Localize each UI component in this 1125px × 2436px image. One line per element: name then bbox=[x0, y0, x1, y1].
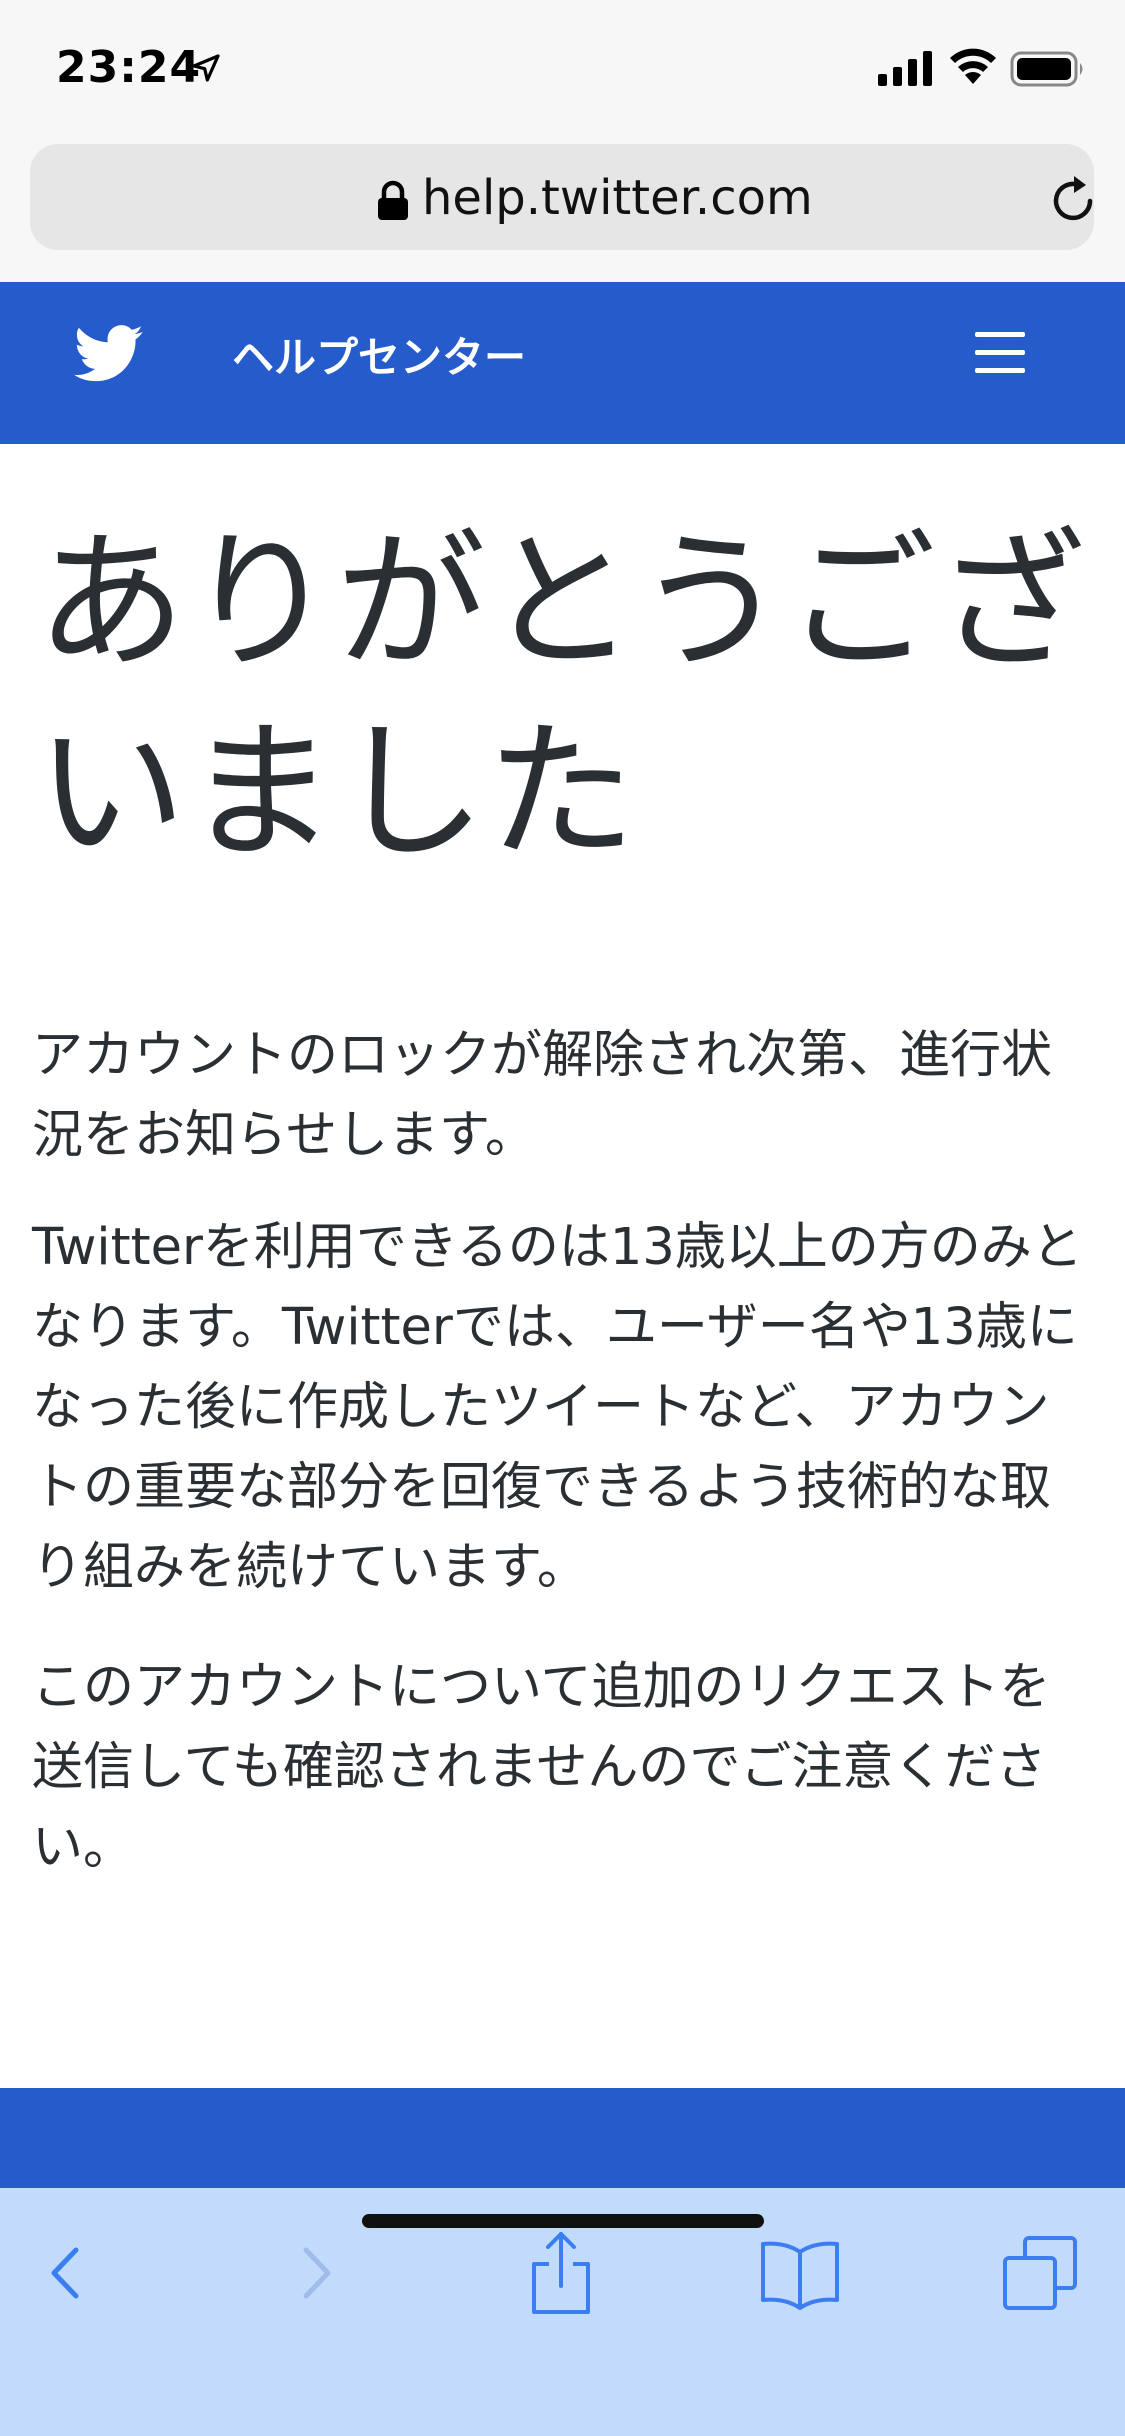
body-paragraph: このアカウントについて追加のリクエストを送信しても確認されませんのでご注意くださ… bbox=[32, 1658, 1051, 1877]
wifi-icon bbox=[950, 48, 996, 84]
chevron-right-icon[interactable] bbox=[272, 2228, 362, 2318]
lock-icon bbox=[378, 180, 408, 220]
hamburger-line bbox=[975, 332, 1025, 337]
twitter-bird-icon[interactable] bbox=[74, 324, 144, 384]
hamburger-menu-icon[interactable] bbox=[975, 330, 1025, 374]
site-footer bbox=[0, 2088, 1125, 2188]
hamburger-line bbox=[975, 350, 1025, 355]
location-arrow-icon bbox=[192, 54, 220, 82]
page-title: ありがとうございました bbox=[36, 516, 1087, 880]
browser-toolbar bbox=[0, 2188, 1125, 2436]
home-indicator[interactable] bbox=[362, 2214, 764, 2228]
battery-icon bbox=[1010, 51, 1083, 87]
body-paragraph: Twitterを利用できるのは13歳以上の方のみとなります。Twitterでは、… bbox=[32, 1218, 1083, 1597]
tabs-icon[interactable] bbox=[995, 2228, 1085, 2318]
header-title[interactable]: ヘルプセンター bbox=[232, 328, 526, 388]
body-paragraph: アカウントのロックが解除され次第、進行状況をお知らせします。 bbox=[32, 1026, 1053, 1165]
book-icon[interactable] bbox=[755, 2228, 845, 2318]
hamburger-line bbox=[975, 368, 1025, 373]
url-text: help.twitter.com bbox=[422, 170, 813, 226]
status-bar: 23:24 bbox=[0, 0, 1125, 140]
reload-icon[interactable] bbox=[1046, 174, 1100, 228]
screen: 23:24 help.twitter.com ヘルプセンター ありがとうございま… bbox=[0, 0, 1125, 2436]
share-icon[interactable] bbox=[516, 2228, 606, 2318]
chevron-left-icon[interactable] bbox=[20, 2228, 110, 2318]
site-header: ヘルプセンター bbox=[0, 282, 1125, 444]
url-bar-area: help.twitter.com bbox=[0, 140, 1125, 282]
signal-icon bbox=[878, 51, 932, 86]
url-field[interactable]: help.twitter.com bbox=[30, 144, 1094, 250]
status-time: 23:24 bbox=[56, 42, 202, 93]
